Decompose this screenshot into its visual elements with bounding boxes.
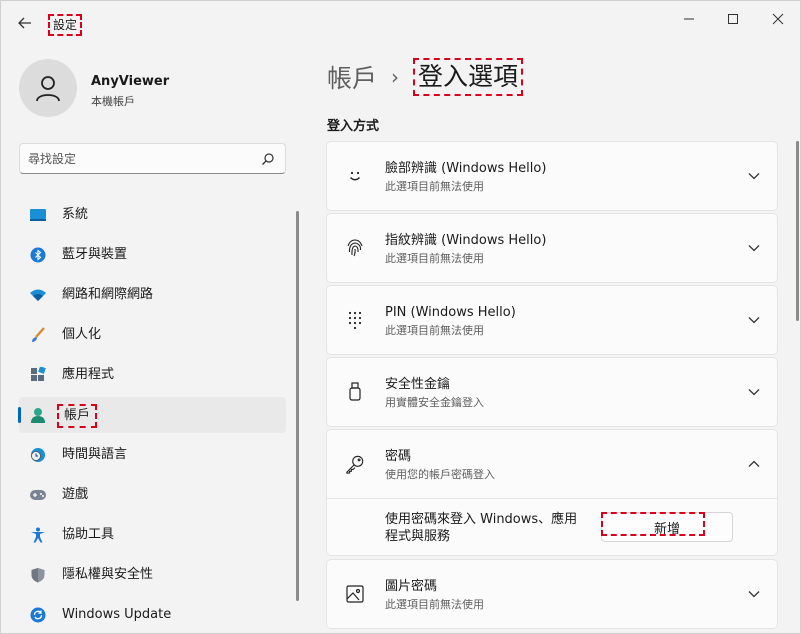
chevron-down-icon — [748, 317, 760, 324]
chevron-up-icon — [748, 460, 760, 467]
picture-icon — [345, 584, 365, 604]
fingerprint-icon — [345, 238, 365, 258]
chevron-down-icon — [748, 389, 760, 396]
gamepad-icon — [29, 486, 47, 504]
sidebar-item-label: 協助工具 — [62, 527, 115, 542]
accessibility-icon — [29, 526, 47, 544]
sidebar-item-system[interactable]: 系統 — [19, 197, 286, 233]
sidebar-item-time-language[interactable]: 時間與語言 — [19, 437, 286, 473]
option-subtitle: 此選項目前無法使用 — [385, 598, 484, 611]
option-security-key[interactable]: 安全性金鑰 用實體安全金鑰登入 — [326, 357, 778, 427]
section-title: 登入方式 — [327, 119, 380, 134]
face-icon — [345, 166, 365, 186]
minimize-icon — [684, 18, 694, 20]
password-header[interactable]: 密碼 使用您的帳戶密碼登入 — [327, 430, 777, 498]
page-title: 登入選項 — [413, 58, 524, 96]
option-subtitle: 此選項目前無法使用 — [385, 324, 484, 337]
windows-update-icon — [29, 606, 47, 624]
sidebar-item-label: 帳戶 — [57, 404, 98, 428]
accounts-icon — [29, 406, 47, 424]
option-picture-password[interactable]: 圖片密碼 此選項目前無法使用 — [326, 559, 778, 629]
option-face-recognition[interactable]: 臉部辨識 (Windows Hello) 此選項目前無法使用 — [326, 141, 778, 211]
sidebar-item-apps[interactable]: 應用程式 — [19, 357, 286, 393]
sidebar-item-label: 時間與語言 — [62, 447, 128, 462]
usb-key-icon — [345, 382, 365, 402]
back-arrow-icon — [18, 17, 31, 29]
breadcrumb: 帳戶 › 登入選項 — [327, 57, 524, 97]
sidebar-item-label: 網路和網際網路 — [62, 287, 154, 302]
sidebar-item-accounts[interactable]: 帳戶 — [18, 397, 286, 433]
app-title: 設定 — [48, 14, 83, 36]
clock-globe-icon — [29, 446, 47, 464]
option-subtitle: 使用您的帳戶密碼登入 — [385, 468, 495, 481]
sidebar-item-gaming[interactable]: 遊戲 — [19, 477, 286, 513]
chevron-down-icon — [748, 173, 760, 180]
settings-window: 設定 AnyViewer 本機帳戶 尋找設定 系統 藍牙與裝置 網路和網際網路 … — [0, 0, 801, 634]
sidebar-item-accessibility[interactable]: 協助工具 — [19, 517, 286, 553]
wifi-icon — [29, 286, 47, 304]
bluetooth-icon — [29, 246, 47, 264]
chevron-down-icon — [748, 591, 760, 598]
sidebar-item-label: 藍牙與裝置 — [62, 247, 128, 262]
system-icon — [29, 206, 47, 224]
password-expanded-panel: 使用密碼來登入 Windows、應用程式與服務 新增 — [327, 498, 777, 555]
sidebar-item-personalization[interactable]: 個人化 — [19, 317, 286, 353]
option-pin[interactable]: PIN (Windows Hello) 此選項目前無法使用 — [326, 285, 778, 355]
user-name: AnyViewer — [91, 74, 170, 89]
add-password-button[interactable]: 新增 — [601, 512, 733, 542]
maximize-icon — [728, 14, 738, 24]
breadcrumb-parent[interactable]: 帳戶 — [327, 59, 377, 95]
minimize-button[interactable] — [676, 9, 702, 29]
sidebar-scrollbar[interactable] — [296, 211, 299, 601]
sidebar-item-label: 個人化 — [62, 327, 102, 342]
sidebar-item-label: 應用程式 — [62, 367, 115, 382]
option-title: 密碼 — [385, 449, 412, 464]
chevron-down-icon — [748, 245, 760, 252]
option-title: 圖片密碼 — [385, 579, 438, 594]
search-input[interactable] — [28, 150, 258, 168]
option-subtitle: 此選項目前無法使用 — [385, 180, 484, 193]
user-profile[interactable]: AnyViewer 本機帳戶 — [19, 59, 289, 119]
sidebar-item-label: 隱私權與安全性 — [62, 567, 154, 582]
option-password: 密碼 使用您的帳戶密碼登入 使用密碼來登入 Windows、應用程式與服務 新增 — [326, 429, 778, 556]
pin-keypad-icon — [345, 310, 365, 330]
apps-icon — [29, 366, 47, 384]
sidebar-item-label: 遊戲 — [62, 487, 89, 502]
breadcrumb-separator: › — [391, 65, 400, 89]
option-title: PIN (Windows Hello) — [385, 305, 516, 320]
sidebar-item-network[interactable]: 網路和網際網路 — [19, 277, 286, 313]
sidebar-item-label: Windows Update — [62, 607, 172, 622]
key-icon — [345, 454, 365, 474]
back-button[interactable] — [15, 13, 35, 33]
avatar — [19, 59, 77, 117]
search-box[interactable] — [19, 143, 286, 174]
main-scrollbar[interactable] — [796, 141, 799, 321]
sidebar-item-windows-update[interactable]: Windows Update — [19, 597, 286, 633]
option-subtitle: 用實體安全金鑰登入 — [385, 396, 484, 409]
active-indicator — [18, 407, 21, 423]
maximize-button[interactable] — [720, 9, 746, 29]
sidebar-item-bluetooth[interactable]: 藍牙與裝置 — [19, 237, 286, 273]
shield-icon — [29, 566, 47, 584]
account-type: 本機帳戶 — [91, 95, 135, 108]
option-title: 指紋辨識 (Windows Hello) — [385, 233, 547, 248]
password-description: 使用密碼來登入 Windows、應用程式與服務 — [385, 512, 578, 544]
close-button[interactable] — [765, 9, 791, 29]
option-subtitle: 此選項目前無法使用 — [385, 252, 484, 265]
sidebar-nav: 系統 藍牙與裝置 網路和網際網路 個人化 應用程式 帳戶 時間與語言 遊戲 協助… — [18, 197, 286, 634]
sidebar-item-privacy[interactable]: 隱私權與安全性 — [19, 557, 286, 593]
close-icon — [772, 13, 784, 25]
title-bar: 設定 — [1, 1, 801, 37]
search-icon — [262, 153, 274, 165]
person-icon — [36, 76, 60, 102]
option-fingerprint[interactable]: 指紋辨識 (Windows Hello) 此選項目前無法使用 — [326, 213, 778, 283]
option-title: 安全性金鑰 — [385, 377, 451, 392]
sidebar-item-label: 系統 — [62, 207, 89, 222]
brush-icon — [29, 326, 47, 344]
option-title: 臉部辨識 (Windows Hello) — [385, 161, 547, 176]
